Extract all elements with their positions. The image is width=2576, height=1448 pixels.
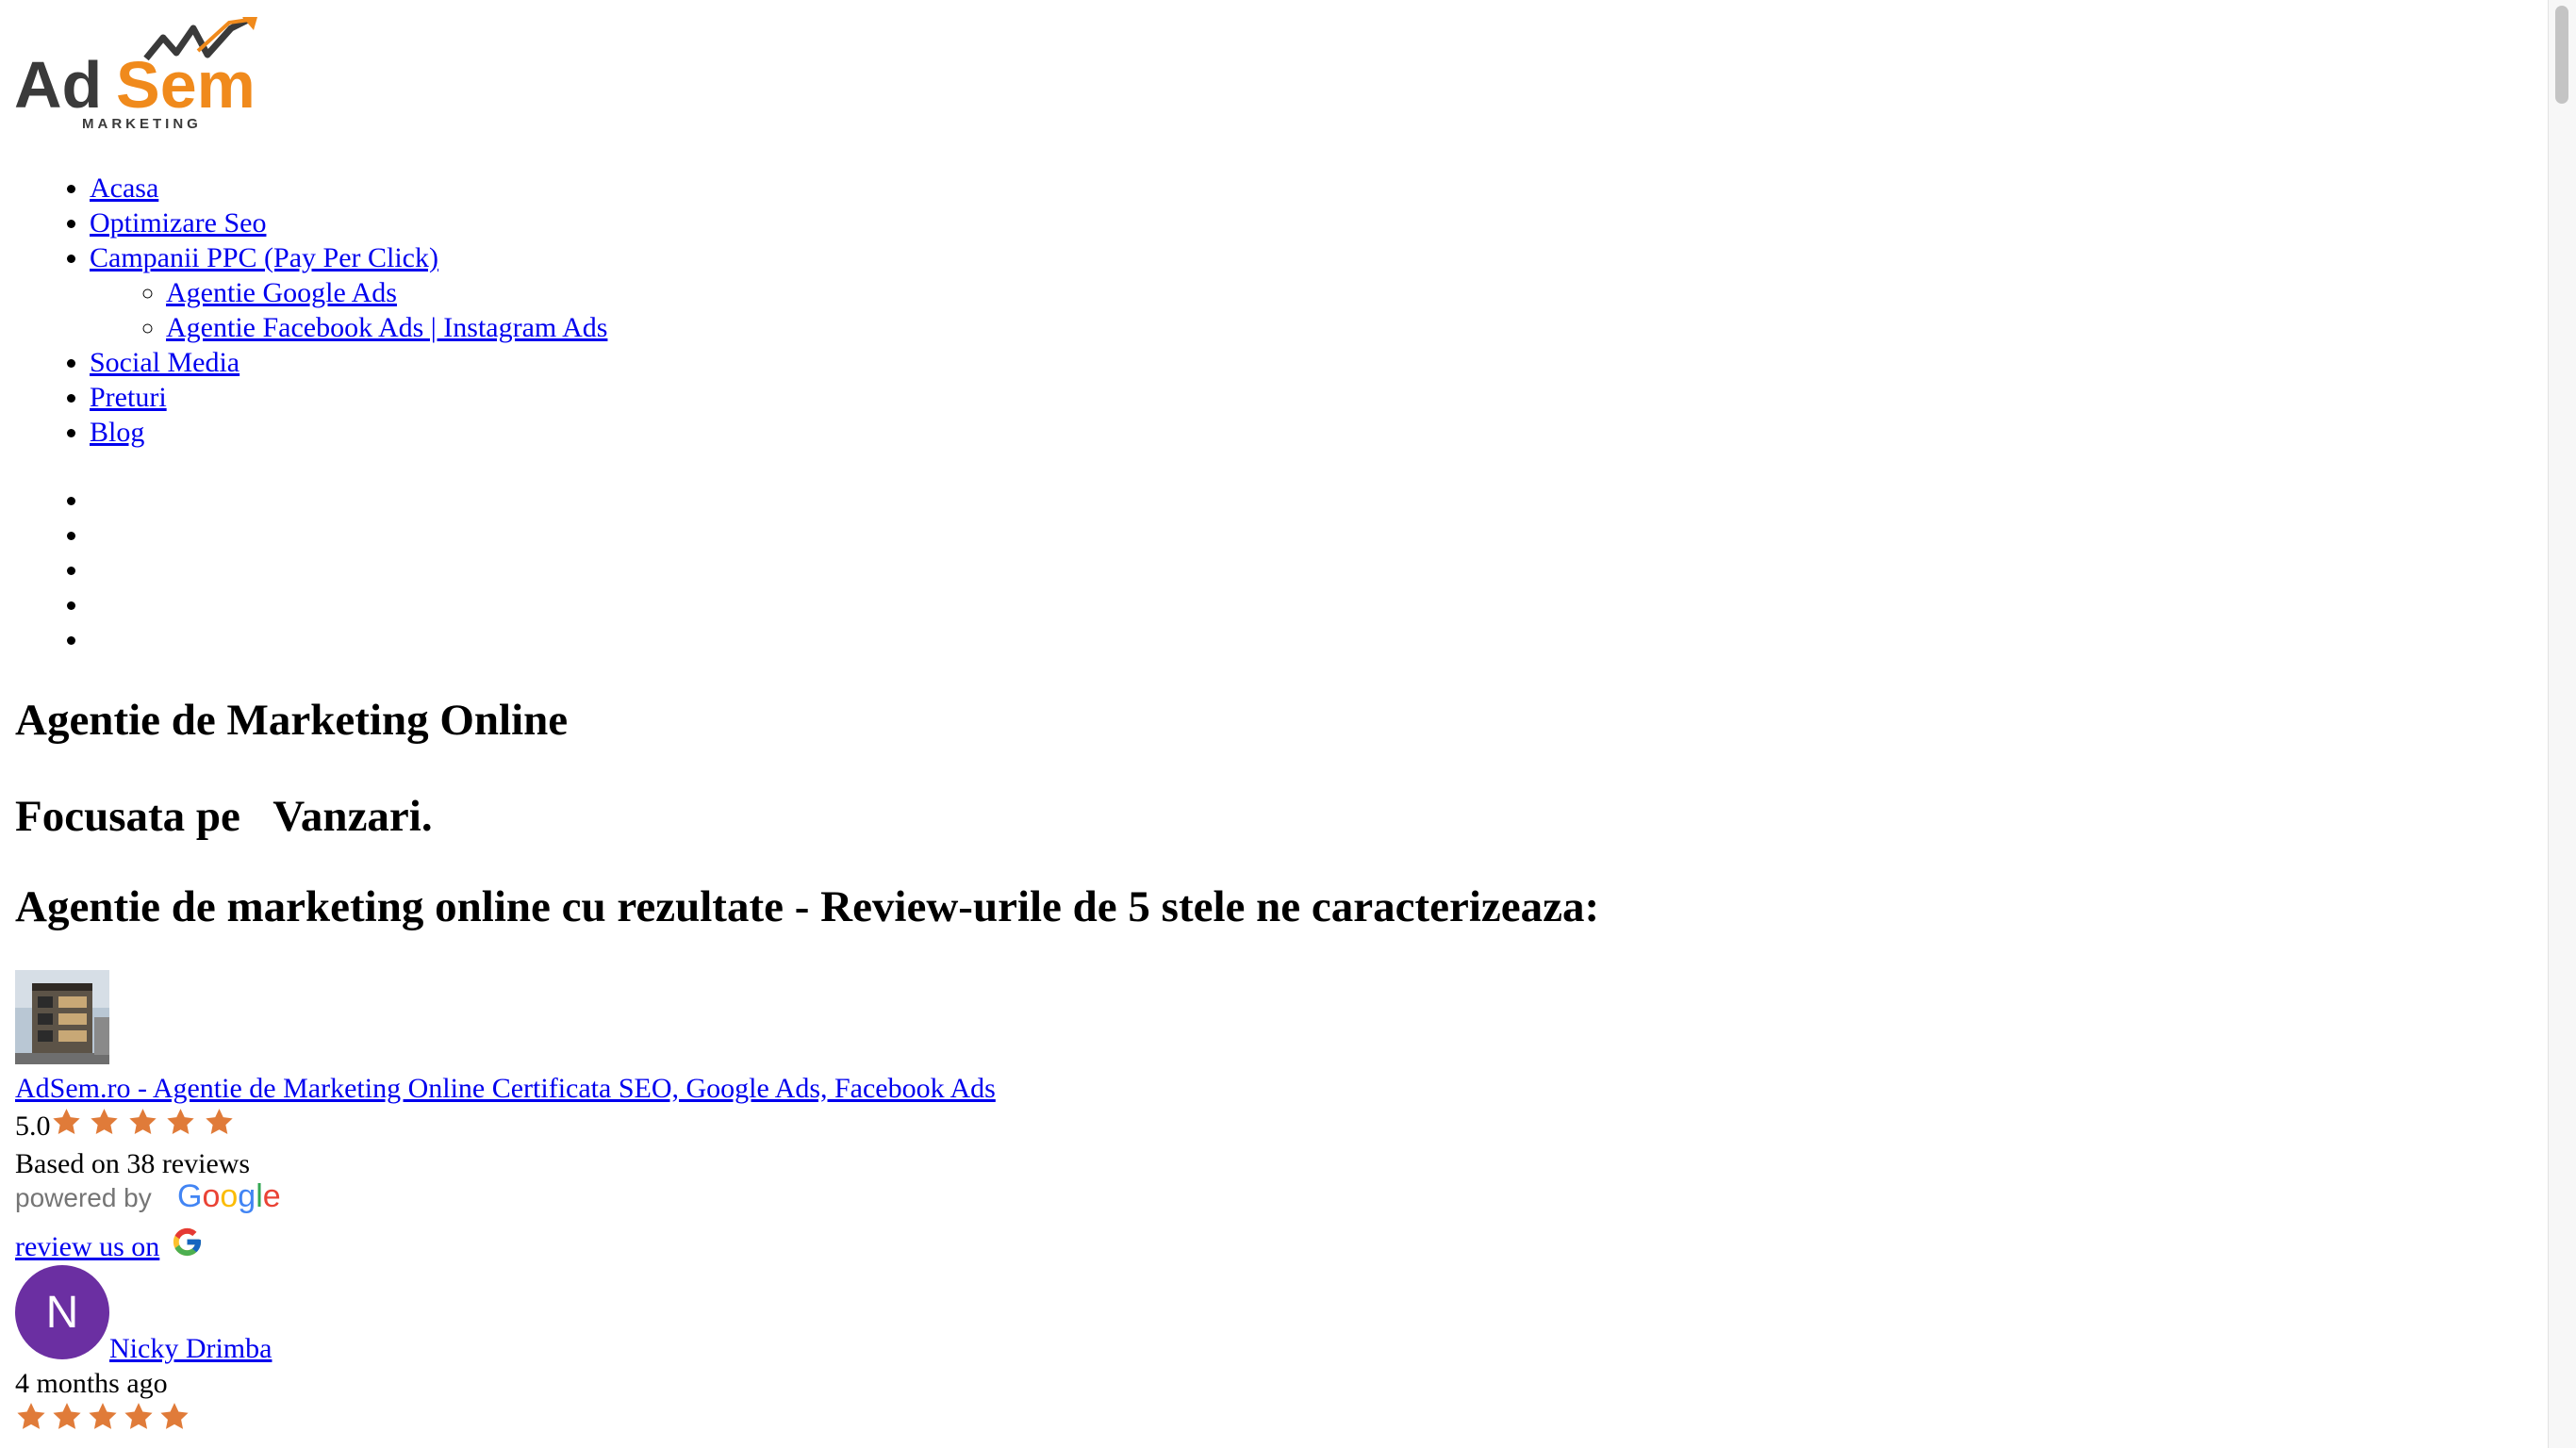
star-icon bbox=[124, 1403, 153, 1429]
reviewer-avatar: N bbox=[15, 1265, 109, 1359]
star-icon bbox=[91, 1109, 118, 1135]
reviewer-name-link[interactable]: Nicky Drimba bbox=[109, 1331, 272, 1367]
star-icon bbox=[17, 1403, 45, 1429]
main-nav: Acasa Optimizare Seo Campanii PPC (Pay P… bbox=[90, 171, 607, 450]
page-subtitle: Focusata pe Vanzari. bbox=[15, 792, 433, 841]
nav-item-seo: Optimizare Seo bbox=[90, 206, 607, 240]
google-g-icon[interactable] bbox=[171, 1226, 204, 1259]
nav-link-acasa[interactable]: Acasa bbox=[90, 173, 158, 204]
nav-item-blog: Blog bbox=[90, 415, 607, 450]
google-wordmark: Google bbox=[177, 1178, 281, 1214]
nav-item-ppc: Campanii PPC (Pay Per Click) Agentie Goo… bbox=[90, 240, 607, 345]
rating-value: 5.0 bbox=[15, 1111, 51, 1142]
nav-link-facebook-ads[interactable]: Agentie Facebook Ads | Instagram Ads bbox=[166, 312, 607, 343]
powered-by-google: powered by Google bbox=[15, 1178, 281, 1214]
business-name-link[interactable]: AdSem.ro - Agentie de Marketing Online C… bbox=[15, 1071, 996, 1107]
nav-item-preturi: Preturi bbox=[90, 380, 607, 415]
star-icon bbox=[89, 1403, 117, 1429]
star-icon bbox=[160, 1403, 189, 1429]
building-photo bbox=[15, 970, 109, 1064]
nav-link-blog[interactable]: Blog bbox=[90, 417, 144, 448]
review-count: Based on 38 reviews bbox=[15, 1148, 251, 1179]
nav-link-google-ads[interactable]: Agentie Google Ads bbox=[166, 277, 397, 308]
submenu-item-facebook-ads: Agentie Facebook Ads | Instagram Ads bbox=[166, 310, 607, 345]
review-us-link[interactable]: review us on bbox=[15, 1229, 159, 1265]
adsem-logo[interactable]: Ad Sem MARKETING bbox=[14, 17, 264, 132]
page-scrollbar[interactable] bbox=[2548, 0, 2576, 1448]
page-title: Agentie de Marketing Online bbox=[15, 696, 569, 745]
star-icon bbox=[52, 1109, 80, 1135]
logo-part1: Ad bbox=[14, 48, 102, 122]
review-stars bbox=[15, 1401, 190, 1438]
star-icon bbox=[167, 1109, 194, 1135]
logo-tagline: MARKETING bbox=[82, 116, 202, 132]
nav-item-acasa: Acasa bbox=[90, 171, 607, 206]
submenu-item-google-ads: Agentie Google Ads bbox=[166, 275, 607, 310]
nav-link-preturi[interactable]: Preturi bbox=[90, 382, 167, 413]
star-icon bbox=[53, 1403, 81, 1429]
rating-stars bbox=[51, 1107, 235, 1147]
reviews-heading: Agentie de marketing online cu rezultate… bbox=[15, 882, 1600, 931]
scrollbar-thumb[interactable] bbox=[2555, 6, 2568, 104]
nav-submenu-ppc: Agentie Google Ads Agentie Facebook Ads … bbox=[90, 275, 607, 345]
nav-item-social: Social Media bbox=[90, 345, 607, 380]
star-icon bbox=[128, 1109, 157, 1135]
review-time: 4 months ago bbox=[15, 1368, 168, 1399]
nav-link-seo[interactable]: Optimizare Seo bbox=[90, 207, 266, 239]
powered-by-text: powered by bbox=[15, 1183, 152, 1212]
rating-row: 5.0 bbox=[15, 1109, 235, 1147]
star-icon bbox=[205, 1109, 233, 1135]
nav-link-social-media[interactable]: Social Media bbox=[90, 347, 239, 378]
logo-part2: Sem bbox=[116, 48, 256, 122]
page: Ad Sem MARKETING Acasa Optimizare Seo Ca… bbox=[0, 0, 2548, 1448]
nav-link-ppc[interactable]: Campanii PPC (Pay Per Click) bbox=[90, 242, 438, 273]
